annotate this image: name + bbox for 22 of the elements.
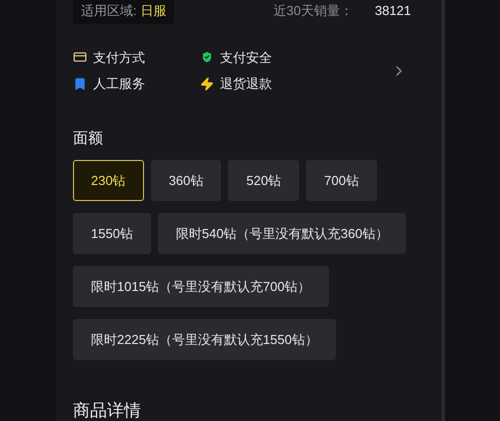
denomination-option[interactable]: 700钻 <box>306 160 377 201</box>
denomination-option[interactable]: 限时2225钻（号里没有默认充1550钻） <box>73 319 336 360</box>
denomination-option[interactable]: 限时540钻（号里没有默认充360钻） <box>158 213 406 254</box>
card-icon <box>73 50 87 64</box>
bookmark-icon <box>73 76 87 91</box>
denomination-option[interactable]: 230钻 <box>73 160 144 201</box>
section-title: 面额 <box>73 128 104 148</box>
service-label: 人工服务 <box>93 75 145 93</box>
region-value: 日服 <box>140 3 166 18</box>
lightning-icon <box>200 76 214 91</box>
service-label: 支付安全 <box>220 48 272 66</box>
denomination-option[interactable]: 520钻 <box>228 160 300 201</box>
service-label: 支付方式 <box>93 48 145 66</box>
shield-icon <box>200 50 214 64</box>
denomination-option[interactable]: 360钻 <box>150 160 222 201</box>
region-label: 适用区域: <box>81 3 138 18</box>
denomination-option[interactable]: 限时1015钻（号里没有默认充700钻） <box>73 266 329 307</box>
section-title: 商品详情 <box>73 400 142 421</box>
sales-label: 近30天销量： <box>273 2 353 20</box>
service-label: 退货退款 <box>220 75 272 93</box>
sales-value: 38121 <box>374 2 411 20</box>
denomination-option[interactable]: 1550钻 <box>73 213 151 254</box>
